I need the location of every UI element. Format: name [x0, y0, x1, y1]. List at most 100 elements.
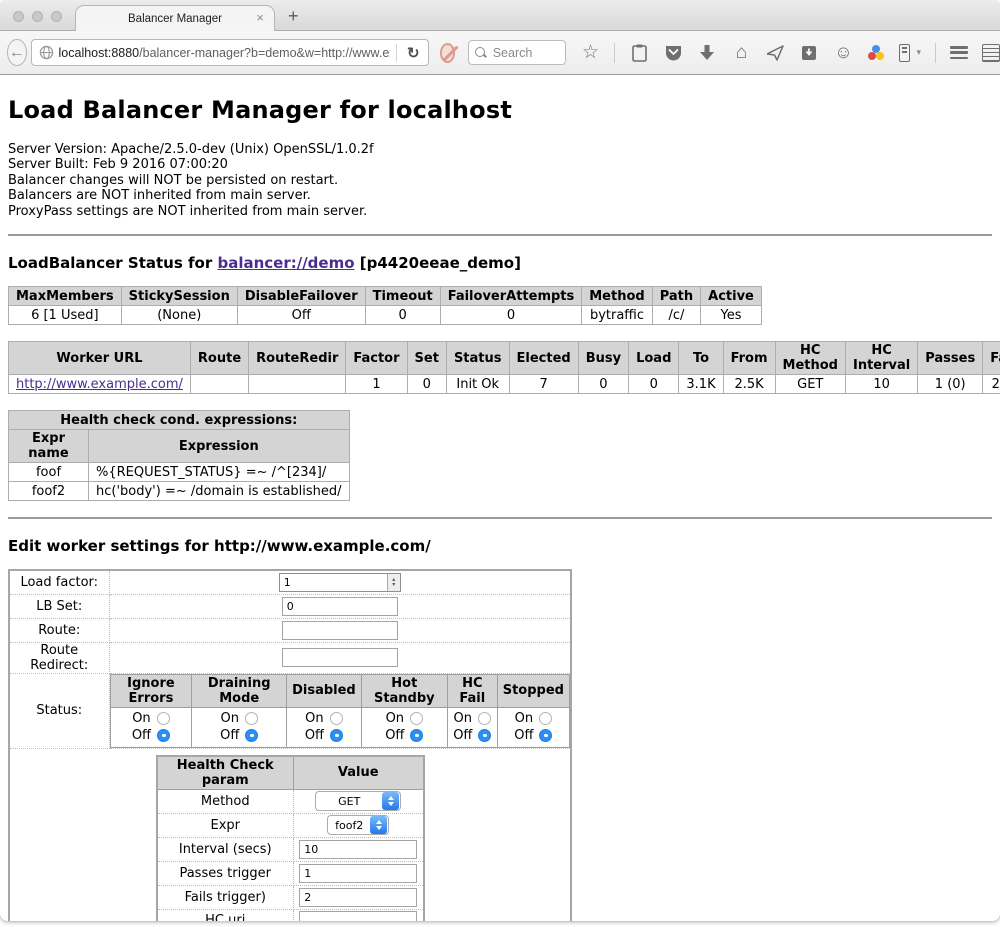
back-button[interactable]: ← [7, 39, 27, 66]
reload-icon[interactable]: ↻ [403, 44, 424, 62]
globe-icon [39, 45, 54, 60]
cell-stickysession: (None) [121, 306, 237, 325]
reading-list-icon[interactable] [629, 43, 649, 63]
radio-off-hc-fail[interactable] [478, 729, 491, 742]
cell-status: Init Ok [446, 375, 509, 394]
status-col-ignore-errors: On Off [110, 707, 192, 747]
lb-set-input[interactable] [282, 597, 398, 616]
tab-balancer-manager[interactable]: Balancer Manager × [75, 5, 275, 32]
downloads-icon[interactable] [697, 43, 717, 63]
route-redirect-label: Route Redirect: [9, 642, 109, 673]
radio-off-draining-mode[interactable] [245, 729, 258, 742]
route-redirect-input[interactable] [282, 648, 398, 667]
radio-on-disabled[interactable] [330, 712, 343, 725]
col-hc-method: HC Method [775, 342, 845, 375]
bookmark-star-icon[interactable]: ☆ [580, 43, 600, 63]
load-factor-input[interactable] [280, 574, 387, 591]
minimize-window-icon[interactable] [32, 11, 43, 22]
col-to: To [679, 342, 723, 375]
cell-fails: 2 (0) [983, 375, 1000, 394]
radio-on-stopped[interactable] [539, 712, 552, 725]
radio-off-hot-standby[interactable] [410, 729, 423, 742]
hc-fails-label: Fails trigger) [157, 885, 294, 909]
url-text[interactable]: localhost:8880/balancer-manager?b=demo&w… [59, 46, 390, 60]
cell-passes: 1 (0) [918, 375, 983, 394]
radio-off-disabled[interactable] [330, 729, 343, 742]
col-factor: Factor [346, 342, 407, 375]
cell-elected: 7 [509, 375, 578, 394]
hc-fails-input[interactable] [299, 888, 417, 907]
hc-expr-selected-value: foof2 [328, 819, 370, 832]
health-check-table: Health Check param Value Method GET [156, 755, 425, 921]
col-timeout: Timeout [365, 287, 440, 306]
hc-passes-input[interactable] [299, 864, 417, 883]
col-passes: Passes [918, 342, 983, 375]
page-title: Load Balancer Manager for localhost [8, 96, 992, 124]
number-spinner-icon[interactable]: ▴▾ [387, 574, 400, 591]
route-input[interactable] [282, 621, 398, 640]
col-elected: Elected [509, 342, 578, 375]
hc-expr-title: Health check cond. expressions: [9, 411, 350, 430]
worker-url-link[interactable]: http://www.example.com/ [16, 377, 183, 392]
status-col-hot-standby: On Off [361, 707, 447, 747]
traffic-lights [13, 11, 62, 22]
route-label: Route: [9, 618, 109, 642]
menu-hamburger-icon[interactable] [950, 46, 968, 59]
col-draining-mode: Draining Mode [192, 674, 287, 707]
cell-active: Yes [701, 306, 762, 325]
new-tab-button[interactable]: + [288, 7, 299, 25]
tab-close-icon[interactable]: × [256, 10, 264, 25]
send-tab-icon[interactable] [765, 43, 785, 63]
search-bar[interactable]: Search [468, 40, 567, 65]
col-hc-param: Health Check param [157, 756, 294, 790]
edit-worker-form: Load factor: ▴▾ LB Set: Route: Route Red… [8, 569, 572, 921]
device-battery-icon[interactable] [899, 44, 910, 62]
zoom-window-icon[interactable] [51, 11, 62, 22]
table-header-row: Worker URL Route RouteRedir Factor Set S… [9, 342, 1000, 375]
colored-dots-addon-icon[interactable] [867, 45, 885, 61]
table-row: foof %{REQUEST_STATUS} =~ /^[234]/ [9, 463, 350, 482]
download-box-icon[interactable] [799, 43, 819, 63]
radio-on-ignore-errors[interactable] [157, 712, 170, 725]
feedback-smiley-icon[interactable]: ☺ [833, 43, 853, 63]
status-table: Ignore Errors Draining Mode Disabled Hot… [110, 674, 571, 748]
load-factor-row: Load factor: ▴▾ [9, 570, 571, 594]
radio-off-stopped[interactable] [539, 729, 552, 742]
hc-uri-input[interactable] [299, 911, 417, 921]
hc-method-label: Method [157, 789, 294, 813]
load-factor-label: Load factor: [9, 570, 109, 594]
close-window-icon[interactable] [13, 11, 24, 22]
col-fails: Fails [983, 342, 1000, 375]
hc-expr-row: Expr foof2 [157, 813, 424, 837]
chevron-down-icon[interactable]: ▾ [916, 47, 921, 58]
radio-on-hot-standby[interactable] [410, 712, 423, 725]
url-path: /balancer-manager?b=demo&w=http://www.ex… [139, 46, 390, 60]
table-row: http://www.example.com/ 1 0 Init Ok 7 0 … [9, 375, 1000, 394]
col-path: Path [652, 287, 700, 306]
hc-passes-label: Passes trigger [157, 861, 294, 885]
load-factor-stepper[interactable]: ▴▾ [279, 573, 401, 592]
hc-method-select[interactable]: GET [315, 791, 401, 811]
page-content: Load Balancer Manager for localhost Serv… [0, 75, 1000, 921]
radio-off-ignore-errors[interactable] [157, 729, 170, 742]
radio-on-label: On [386, 711, 404, 726]
radio-off-label: Off [305, 728, 324, 743]
status-col-draining-mode: On Off [192, 707, 287, 747]
radio-off-label: Off [132, 728, 151, 743]
col-route: Route [190, 342, 248, 375]
adblock-disabled-icon[interactable] [440, 43, 455, 63]
col-failoverattempts: FailoverAttempts [440, 287, 582, 306]
table-row: 6 [1 Used] (None) Off 0 0 bytraffic /c/ … [9, 306, 762, 325]
url-bar[interactable]: localhost:8880/balancer-manager?b=demo&w… [31, 39, 429, 66]
radio-on-hc-fail[interactable] [478, 712, 491, 725]
page-snapshot-addon-icon[interactable] [982, 44, 1000, 62]
col-maxmembers: MaxMembers [9, 287, 122, 306]
balancer-demo-link[interactable]: balancer://demo [217, 254, 354, 272]
hc-uri-label: HC uri [157, 909, 294, 921]
home-icon[interactable]: ⌂ [731, 43, 751, 63]
pocket-icon[interactable] [663, 43, 683, 63]
hc-expr-select[interactable]: foof2 [327, 815, 389, 835]
radio-on-draining-mode[interactable] [245, 712, 258, 725]
hc-interval-input[interactable] [299, 840, 417, 859]
hc-method-selected-value: GET [316, 795, 382, 808]
